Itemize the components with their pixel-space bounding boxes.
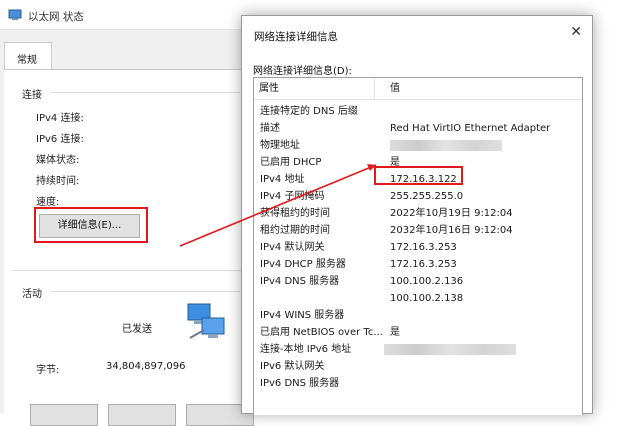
property-name: IPv4 DHCP 服务器	[260, 259, 346, 270]
connection-section-title: 连接	[22, 90, 42, 101]
dialog-title: 网络连接详细信息	[254, 31, 338, 43]
activity-section-title: 活动	[22, 289, 42, 300]
bytes-label: 字节:	[36, 365, 60, 376]
details-list-view[interactable]: 属性 值 连接特定的 DNS 后缀 描述 Red Hat VirtIO Ethe…	[253, 77, 583, 415]
list-item[interactable]: IPv4 WINS 服务器	[254, 307, 582, 324]
property-value: 100.100.2.136	[390, 276, 464, 287]
bytes-sent-value: 34,804,897,096	[106, 361, 186, 372]
property-name: 已启用 NetBIOS over Tc...	[260, 327, 383, 338]
property-value: 255.255.255.0	[390, 191, 464, 202]
ipv4-address-highlight	[374, 166, 463, 185]
activity-group-line	[50, 291, 240, 292]
close-icon[interactable]: ✕	[570, 24, 582, 40]
property-name: IPv4 子网掩码	[260, 191, 325, 202]
list-item[interactable]: 已启用 NetBIOS over Tc... 是	[254, 324, 582, 341]
property-name: 获得租约的时间	[260, 208, 330, 219]
property-value: 2022年10月19日 9:12:04	[390, 208, 513, 219]
list-item[interactable]: IPv4 子网掩码 255.255.255.0	[254, 188, 582, 205]
property-name: 物理地址	[260, 140, 300, 151]
disable-button[interactable]	[108, 404, 176, 426]
property-name: 连接特定的 DNS 后缀	[260, 106, 358, 117]
list-item[interactable]: IPv4 DNS 服务器 100.100.2.136	[254, 273, 582, 290]
property-name: 描述	[260, 123, 280, 134]
list-item[interactable]: IPv6 默认网关	[254, 358, 582, 375]
details-button-highlight	[34, 207, 148, 243]
property-name: 连接-本地 IPv6 地址	[260, 344, 352, 355]
list-item[interactable]: 获得租约的时间 2022年10月19日 9:12:04	[254, 205, 582, 222]
property-name: IPv4 WINS 服务器	[260, 310, 345, 321]
network-adapter-icon	[8, 9, 22, 20]
list-item[interactable]: 连接特定的 DNS 后缀	[254, 103, 582, 120]
redacted-mac-address	[390, 140, 502, 151]
list-item[interactable]: IPv4 DHCP 服务器 172.16.3.253	[254, 256, 582, 273]
column-header-value[interactable]: 值	[390, 78, 400, 100]
list-item[interactable]: 连接-本地 IPv6 地址	[254, 341, 582, 358]
property-name: IPv6 默认网关	[260, 361, 325, 372]
property-value: 100.100.2.138	[390, 293, 464, 304]
column-header-property[interactable]: 属性	[259, 78, 375, 100]
list-item[interactable]: 描述 Red Hat VirtIO Ethernet Adapter	[254, 120, 582, 137]
property-name: IPv4 地址	[260, 174, 305, 185]
property-value: 是	[390, 327, 400, 338]
property-name: 已启用 DHCP	[260, 157, 322, 168]
property-value: Red Hat VirtIO Ethernet Adapter	[390, 123, 551, 134]
media-state-label: 媒体状态:	[36, 155, 80, 166]
duration-label: 持续时间:	[36, 176, 80, 187]
list-item[interactable]: 租约过期的时间 2032年10月16日 9:12:04	[254, 222, 582, 239]
list-item[interactable]: IPv4 默认网关 172.16.3.253	[254, 239, 582, 256]
connection-group-line	[50, 92, 240, 93]
property-value: 172.16.3.253	[390, 242, 457, 253]
properties-button[interactable]	[30, 404, 98, 426]
property-name: IPv6 DNS 服务器	[260, 378, 340, 389]
sent-label: 已发送	[122, 324, 152, 335]
list-item[interactable]: 物理地址	[254, 137, 582, 154]
list-header: 属性 值	[254, 78, 582, 100]
list-item[interactable]: 100.100.2.138	[254, 290, 582, 307]
ipv6-connectivity-label: IPv6 连接:	[36, 134, 84, 145]
redacted-ipv6-address	[384, 344, 516, 355]
status-window-title: 以太网 状态	[28, 11, 84, 23]
property-name: IPv4 DNS 服务器	[260, 276, 340, 287]
property-value: 172.16.3.253	[390, 259, 457, 270]
tab-general[interactable]: 常规	[4, 42, 52, 70]
ipv4-connectivity-label: IPv4 连接:	[36, 113, 84, 124]
speed-label: 速度:	[36, 197, 60, 208]
details-list-caption: 网络连接详细信息(D):	[253, 66, 352, 77]
property-name: 租约过期的时间	[260, 225, 330, 236]
computers-activity-icon	[187, 303, 225, 339]
property-value: 2032年10月16日 9:12:04	[390, 225, 513, 236]
network-connection-details-dialog: 网络连接详细信息 ✕ 网络连接详细信息(D): 属性 值 连接特定的 DNS 后…	[241, 15, 593, 415]
property-name: IPv4 默认网关	[260, 242, 325, 253]
list-item[interactable]: IPv6 DNS 服务器	[254, 375, 582, 392]
